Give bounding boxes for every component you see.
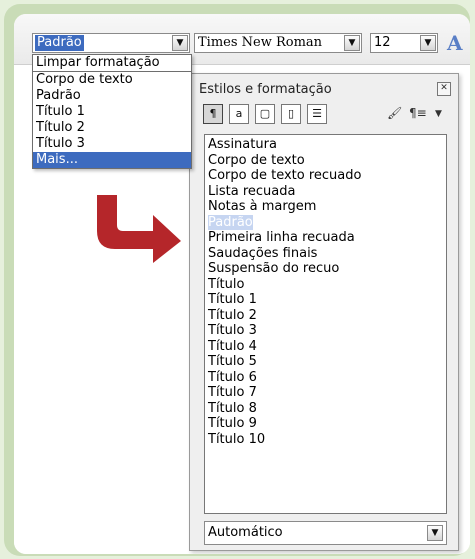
paragraph-styles-icon[interactable]: ¶ (203, 104, 223, 124)
dropdown-item[interactable]: Título 3 (33, 136, 191, 152)
list-item[interactable]: Título 4 (208, 339, 443, 355)
fontwork-icon[interactable]: A (447, 31, 463, 55)
frame-styles-icon[interactable]: ▢ (255, 104, 275, 124)
dropdown-item[interactable]: Corpo de texto (33, 72, 191, 88)
list-item[interactable]: Título 9 (208, 416, 443, 432)
style-filter-value: Automático (208, 525, 283, 540)
list-item[interactable]: Saudações finais (208, 246, 443, 262)
font-size-combo[interactable]: 12 ▼ (370, 33, 438, 53)
fill-format-icon[interactable]: 🖌 (387, 106, 402, 120)
list-item[interactable]: Título 1 (208, 292, 443, 308)
dropdown-item[interactable]: Título 1 (33, 104, 191, 120)
style-list[interactable]: Assinatura Corpo de texto Corpo de texto… (204, 134, 447, 514)
list-item[interactable]: Primeira linha recuada (208, 230, 443, 246)
chevron-down-icon[interactable]: ▼ (427, 525, 443, 541)
font-size-value: 12 (374, 35, 391, 50)
list-item[interactable]: Suspensão do recuo (208, 261, 443, 277)
list-item[interactable]: Corpo de texto (208, 153, 443, 169)
panel-title: Estilos e formatação (199, 82, 332, 97)
paragraph-style-dropdown: Limpar formatação Corpo de texto Padrão … (32, 54, 192, 169)
list-item[interactable]: Título 5 (208, 354, 443, 370)
chevron-down-icon[interactable]: ▼ (435, 109, 442, 119)
screenshot-area: Padrão ▼ Times New Roman ▼ 12 ▼ A Limpar… (14, 14, 470, 554)
selected-style-label: Padrão (208, 214, 253, 230)
dropdown-item-clear-formatting[interactable]: Limpar formatação (33, 55, 191, 72)
styles-formatting-panel: Estilos e formatação ✕ ¶ a ▢ ▯ ☰ 🖌 ¶≡ ▼ … (189, 73, 459, 551)
chevron-down-icon[interactable]: ▼ (344, 35, 360, 51)
list-item[interactable]: Lista recuada (208, 184, 443, 200)
new-style-icon[interactable]: ¶≡ (409, 106, 427, 120)
style-filter-combo[interactable]: Automático ▼ (204, 521, 447, 545)
paragraph-style-value: Padrão (35, 35, 84, 51)
character-styles-icon[interactable]: a (229, 104, 249, 124)
list-item[interactable]: Corpo de texto recuado (208, 168, 443, 184)
page-styles-icon[interactable]: ▯ (281, 104, 301, 124)
list-item-selected[interactable]: Padrão (208, 214, 443, 231)
list-item[interactable]: Título 10 (208, 432, 443, 448)
figure-frame: Padrão ▼ Times New Roman ▼ 12 ▼ A Limpar… (4, 4, 470, 556)
dropdown-item[interactable]: Padrão (33, 88, 191, 104)
list-item[interactable]: Título 3 (208, 323, 443, 339)
font-name-combo[interactable]: Times New Roman ▼ (194, 33, 362, 53)
font-name-value: Times New Roman (198, 35, 323, 50)
dropdown-item[interactable]: Título 2 (33, 120, 191, 136)
list-item[interactable]: Notas à margem (208, 199, 443, 215)
style-category-toolbar: ¶ a ▢ ▯ ☰ 🖌 ¶≡ ▼ (199, 102, 449, 128)
red-arrow-icon (97, 195, 181, 263)
list-item[interactable]: Título 2 (208, 308, 443, 324)
list-item[interactable]: Título 7 (208, 385, 443, 401)
list-item[interactable]: Assinatura (208, 137, 443, 153)
list-item[interactable]: Título (208, 277, 443, 293)
list-styles-icon[interactable]: ☰ (307, 104, 327, 124)
paragraph-style-combo[interactable]: Padrão ▼ (32, 33, 190, 53)
close-icon[interactable]: ✕ (437, 82, 451, 96)
list-item[interactable]: Título 8 (208, 401, 443, 417)
chevron-down-icon[interactable]: ▼ (172, 35, 188, 51)
chevron-down-icon[interactable]: ▼ (420, 35, 436, 51)
list-item[interactable]: Título 6 (208, 370, 443, 386)
dropdown-item-more[interactable]: Mais... (33, 152, 191, 168)
